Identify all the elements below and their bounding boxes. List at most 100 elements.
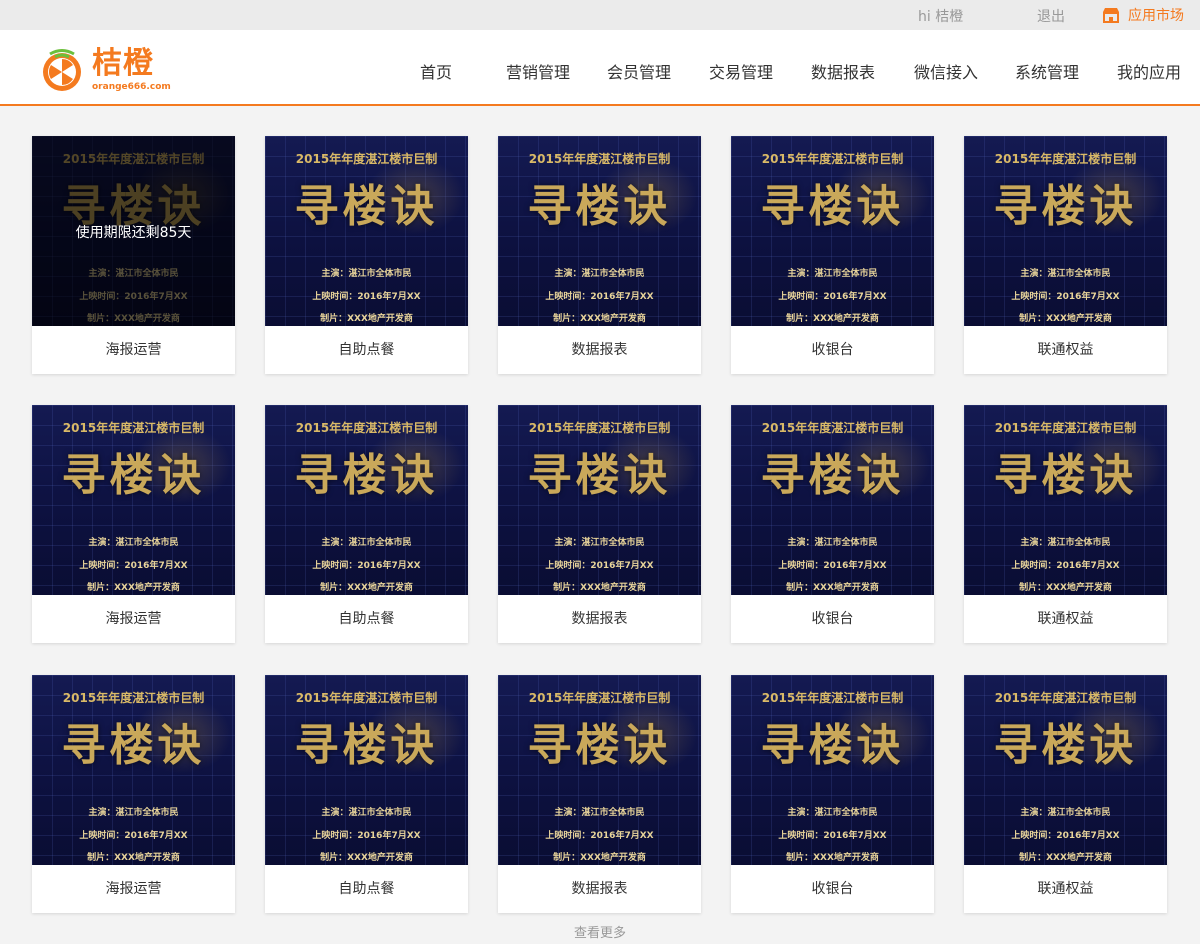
nav-home[interactable]: 首页 xyxy=(420,59,452,83)
app-card[interactable]: 2015年年度湛江楼市巨制寻楼诀主演：湛江市全体市民上映时间：2016年7月XX… xyxy=(32,405,235,643)
app-card[interactable]: 2015年年度湛江楼市巨制寻楼诀主演：湛江市全体市民上映时间：2016年7月XX… xyxy=(32,136,235,374)
app-card[interactable]: 2015年年度湛江楼市巨制寻楼诀主演：湛江市全体市民上映时间：2016年7月XX… xyxy=(265,675,468,913)
poster-big-title: 寻楼诀 xyxy=(993,181,1138,232)
app-poster-image: 2015年年度湛江楼市巨制寻楼诀主演：湛江市全体市民上映时间：2016年7月XX… xyxy=(498,405,701,595)
poster-big-title: 寻楼诀 xyxy=(993,720,1138,771)
app-poster-image: 2015年年度湛江楼市巨制寻楼诀主演：湛江市全体市民上映时间：2016年7月XX… xyxy=(964,136,1167,326)
app-card[interactable]: 2015年年度湛江楼市巨制寻楼诀主演：湛江市全体市民上映时间：2016年7月XX… xyxy=(731,136,934,374)
poster-date-line: 上映时间：2016年7月XX xyxy=(312,292,421,302)
app-poster-image: 2015年年度湛江楼市巨制寻楼诀主演：湛江市全体市民上映时间：2016年7月XX… xyxy=(964,675,1167,865)
nav-system[interactable]: 系统管理 xyxy=(1015,59,1079,83)
poster-year-line: 2015年年度湛江楼市巨制 xyxy=(994,152,1137,166)
poster-date-line: 上映时间：2016年7月XX xyxy=(778,831,887,841)
poster-big-title: 寻楼诀 xyxy=(760,450,905,501)
expiry-overlay: 使用期限还剩85天 xyxy=(32,136,235,326)
app-poster-image: 2015年年度湛江楼市巨制寻楼诀主演：湛江市全体市民上映时间：2016年7月XX… xyxy=(964,405,1167,595)
poster-year-line: 2015年年度湛江楼市巨制 xyxy=(994,421,1137,435)
user-greeting: hi 桔橙 xyxy=(918,9,964,25)
poster-date-line: 上映时间：2016年7月XX xyxy=(312,831,421,841)
app-card-label: 收银台 xyxy=(811,881,854,897)
poster-producer-line: 制片：XXX地产开发商 xyxy=(786,853,879,863)
poster-cast-line: 主演：湛江市全体市民 xyxy=(1020,808,1111,818)
poster-year-line: 2015年年度湛江楼市巨制 xyxy=(994,691,1137,705)
poster-cast-line: 主演：湛江市全体市民 xyxy=(787,808,878,818)
poster-big-title: 寻楼诀 xyxy=(294,181,439,232)
app-poster-image: 2015年年度湛江楼市巨制寻楼诀主演：湛江市全体市民上映时间：2016年7月XX… xyxy=(265,405,468,595)
app-card-label: 自助点餐 xyxy=(338,611,395,627)
app-market-label: 应用市场 xyxy=(1128,8,1184,24)
poster-producer-line: 制片：XXX地产开发商 xyxy=(553,583,646,593)
poster-big-title: 寻楼诀 xyxy=(527,181,672,232)
poster-year-line: 2015年年度湛江楼市巨制 xyxy=(295,152,438,166)
poster-year-line: 2015年年度湛江楼市巨制 xyxy=(761,152,904,166)
app-card[interactable]: 2015年年度湛江楼市巨制寻楼诀主演：湛江市全体市民上映时间：2016年7月XX… xyxy=(964,136,1167,374)
poster-cast-line: 主演：湛江市全体市民 xyxy=(554,808,645,818)
poster-date-line: 上映时间：2016年7月XX xyxy=(545,831,654,841)
app-card-label: 联通权益 xyxy=(1037,611,1094,627)
nav-wechat[interactable]: 微信接入 xyxy=(914,59,978,83)
nav-members[interactable]: 会员管理 xyxy=(607,59,671,83)
poster-cast-line: 主演：湛江市全体市民 xyxy=(787,538,878,548)
poster-date-line: 上映时间：2016年7月XX xyxy=(79,831,188,841)
app-card[interactable]: 2015年年度湛江楼市巨制寻楼诀主演：湛江市全体市民上映时间：2016年7月XX… xyxy=(498,136,701,374)
app-poster-image: 2015年年度湛江楼市巨制寻楼诀主演：湛江市全体市民上映时间：2016年7月XX… xyxy=(32,675,235,865)
app-card-label: 海报运营 xyxy=(105,342,162,358)
poster-cast-line: 主演：湛江市全体市民 xyxy=(88,538,179,548)
poster-producer-line: 制片：XXX地产开发商 xyxy=(87,583,180,593)
app-poster-image: 2015年年度湛江楼市巨制寻楼诀主演：湛江市全体市民上映时间：2016年7月XX… xyxy=(498,675,701,865)
app-card[interactable]: 2015年年度湛江楼市巨制寻楼诀主演：湛江市全体市民上映时间：2016年7月XX… xyxy=(964,675,1167,913)
load-more-link[interactable]: 查看更多 xyxy=(0,922,1200,941)
poster-producer-line: 制片：XXX地产开发商 xyxy=(87,853,180,863)
poster-producer-line: 制片：XXX地产开发商 xyxy=(320,583,413,593)
poster-big-title: 寻楼诀 xyxy=(993,450,1138,501)
poster-big-title: 寻楼诀 xyxy=(527,450,672,501)
app-card-label: 收银台 xyxy=(811,342,854,358)
nav-marketing[interactable]: 营销管理 xyxy=(506,59,570,83)
poster-cast-line: 主演：湛江市全体市民 xyxy=(321,538,412,548)
app-card[interactable]: 2015年年度湛江楼市巨制寻楼诀主演：湛江市全体市民上映时间：2016年7月XX… xyxy=(32,675,235,913)
app-card[interactable]: 2015年年度湛江楼市巨制寻楼诀主演：湛江市全体市民上映时间：2016年7月XX… xyxy=(498,675,701,913)
poster-big-title: 寻楼诀 xyxy=(760,720,905,771)
poster-big-title: 寻楼诀 xyxy=(527,720,672,771)
poster-producer-line: 制片：XXX地产开发商 xyxy=(786,314,879,324)
app-card[interactable]: 2015年年度湛江楼市巨制寻楼诀主演：湛江市全体市民上映时间：2016年7月XX… xyxy=(731,405,934,643)
nav-my-apps[interactable]: 我的应用 xyxy=(1117,59,1181,83)
app-poster-image: 2015年年度湛江楼市巨制寻楼诀主演：湛江市全体市民上映时间：2016年7月XX… xyxy=(32,136,235,326)
nav-transactions[interactable]: 交易管理 xyxy=(709,59,773,83)
app-poster-image: 2015年年度湛江楼市巨制寻楼诀主演：湛江市全体市民上映时间：2016年7月XX… xyxy=(731,405,934,595)
poster-producer-line: 制片：XXX地产开发商 xyxy=(320,314,413,324)
app-card[interactable]: 2015年年度湛江楼市巨制寻楼诀主演：湛江市全体市民上映时间：2016年7月XX… xyxy=(265,136,468,374)
store-icon xyxy=(1103,8,1119,23)
app-market-link[interactable]: 应用市场 xyxy=(1102,5,1184,25)
nav-reports[interactable]: 数据报表 xyxy=(811,59,875,83)
poster-date-line: 上映时间：2016年7月XX xyxy=(1011,292,1120,302)
poster-big-title: 寻楼诀 xyxy=(760,181,905,232)
app-card[interactable]: 2015年年度湛江楼市巨制寻楼诀主演：湛江市全体市民上映时间：2016年7月XX… xyxy=(964,405,1167,643)
app-card-label: 自助点餐 xyxy=(338,342,395,358)
poster-year-line: 2015年年度湛江楼市巨制 xyxy=(528,691,671,705)
poster-producer-line: 制片：XXX地产开发商 xyxy=(786,583,879,593)
poster-cast-line: 主演：湛江市全体市民 xyxy=(321,808,412,818)
app-card[interactable]: 2015年年度湛江楼市巨制寻楼诀主演：湛江市全体市民上映时间：2016年7月XX… xyxy=(265,405,468,643)
top-utility-bar: hi 桔橙 退出 应用市场 xyxy=(0,0,1200,30)
poster-producer-line: 制片：XXX地产开发商 xyxy=(320,853,413,863)
poster-cast-line: 主演：湛江市全体市民 xyxy=(1020,538,1111,548)
poster-producer-line: 制片：XXX地产开发商 xyxy=(553,314,646,324)
app-card-label: 数据报表 xyxy=(571,611,628,627)
poster-date-line: 上映时间：2016年7月XX xyxy=(79,561,188,571)
app-card[interactable]: 2015年年度湛江楼市巨制寻楼诀主演：湛江市全体市民上映时间：2016年7月XX… xyxy=(498,405,701,643)
poster-date-line: 上映时间：2016年7月XX xyxy=(545,561,654,571)
app-card-label: 收银台 xyxy=(811,611,854,627)
poster-date-line: 上映时间：2016年7月XX xyxy=(312,561,421,571)
poster-cast-line: 主演：湛江市全体市民 xyxy=(554,269,645,279)
logout-link[interactable]: 退出 xyxy=(1037,6,1065,26)
app-poster-image: 2015年年度湛江楼市巨制寻楼诀主演：湛江市全体市民上映时间：2016年7月XX… xyxy=(32,405,235,595)
app-poster-image: 2015年年度湛江楼市巨制寻楼诀主演：湛江市全体市民上映时间：2016年7月XX… xyxy=(265,136,468,326)
poster-year-line: 2015年年度湛江楼市巨制 xyxy=(528,152,671,166)
poster-producer-line: 制片：XXX地产开发商 xyxy=(1019,853,1112,863)
app-card-label: 海报运营 xyxy=(105,881,162,897)
poster-big-title: 寻楼诀 xyxy=(294,720,439,771)
app-card[interactable]: 2015年年度湛江楼市巨制寻楼诀主演：湛江市全体市民上映时间：2016年7月XX… xyxy=(731,675,934,913)
poster-date-line: 上映时间：2016年7月XX xyxy=(545,292,654,302)
app-card-label: 海报运营 xyxy=(105,611,162,627)
